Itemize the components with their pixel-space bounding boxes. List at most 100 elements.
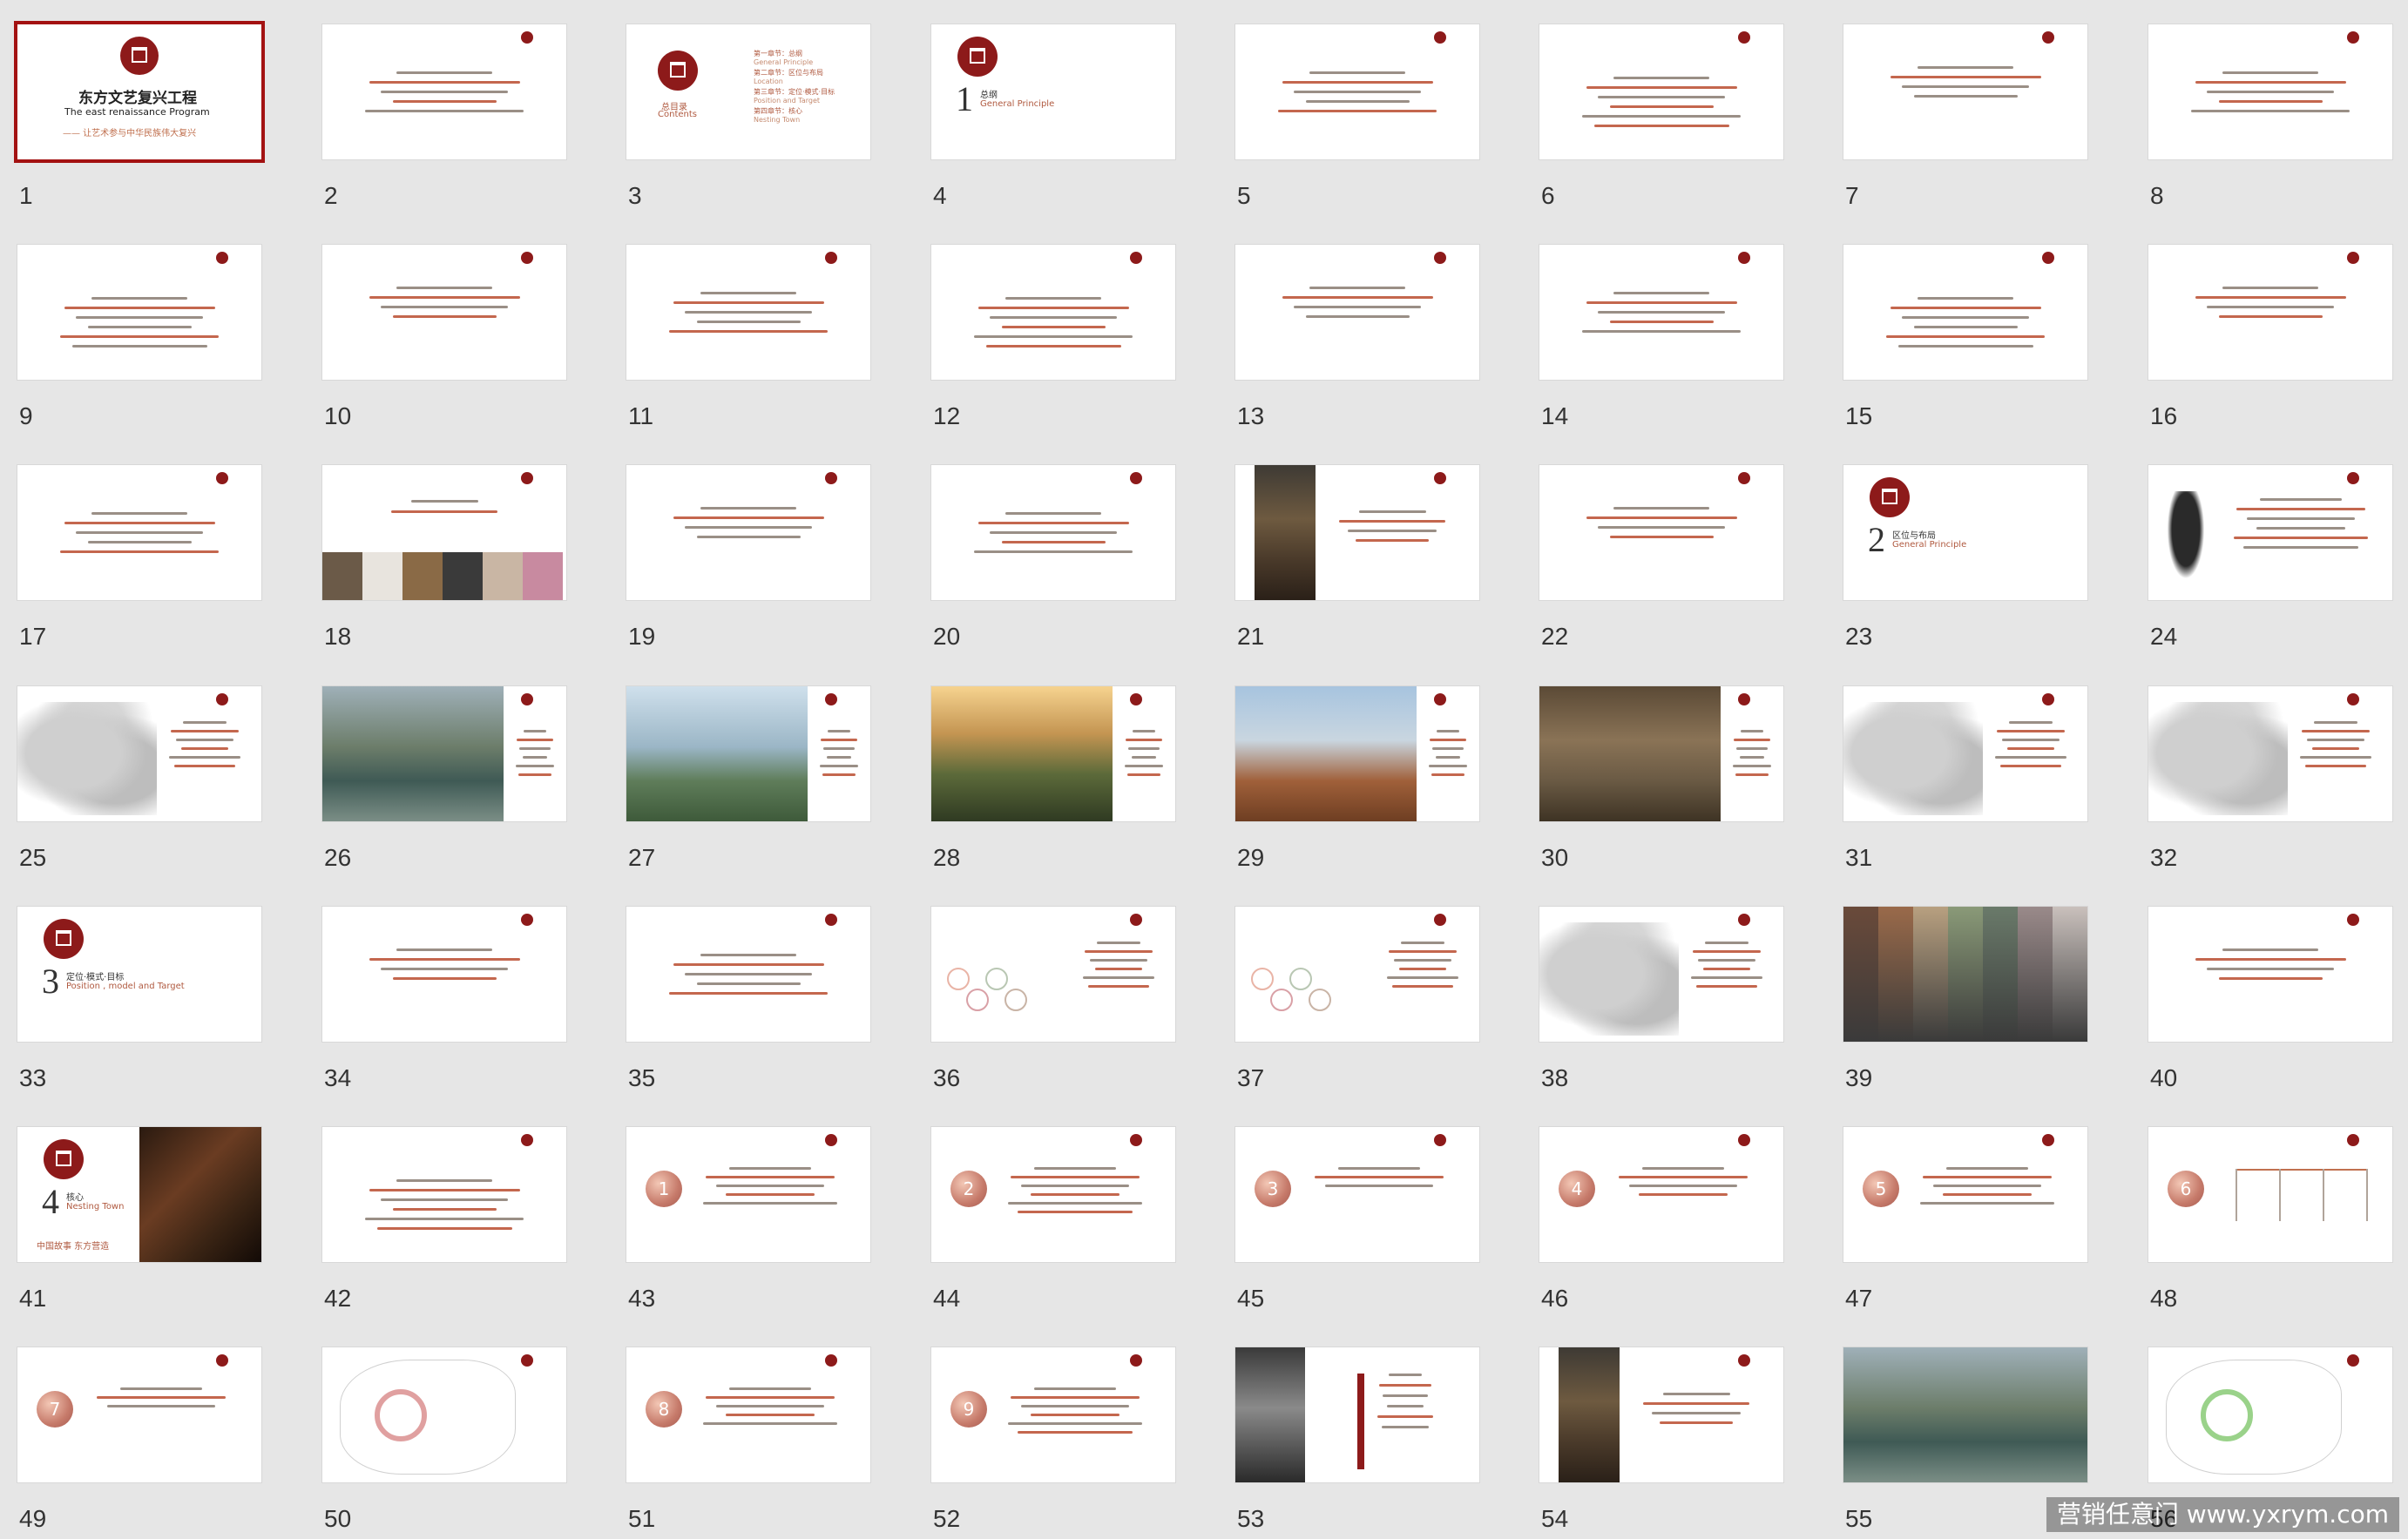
section-number: 3 [42, 962, 59, 1001]
diagram-circle [966, 989, 989, 1011]
slide-thumbnail-4[interactable]: 1 总纲 General Principle [931, 24, 1175, 159]
slide-thumbnail-23[interactable]: 2 区位与布局 General Principle [1843, 465, 2087, 600]
slide-thumbnail-32[interactable] [2148, 686, 2392, 821]
slide-thumbnail-50[interactable] [322, 1347, 566, 1482]
slide-thumbnail-2[interactable] [322, 24, 566, 159]
slide-thumbnail-3[interactable]: 总目录 Contents 第一章节：总纲 General Principle 第二章节：… [626, 24, 870, 159]
slide-thumbnail-26[interactable] [322, 686, 566, 821]
text-line [1011, 1176, 1140, 1178]
slide-thumbnail-21[interactable] [1235, 465, 1479, 600]
slide-thumbnail-17[interactable] [17, 465, 261, 600]
slide-thumbnail-7[interactable] [1843, 24, 2087, 159]
logo-icon [1738, 31, 1750, 44]
slide-thumbnail-56[interactable] [2148, 1347, 2392, 1482]
slide-thumbnail-41[interactable]: 4 核心 Nesting Town 中国故事 东方营造 [17, 1127, 261, 1262]
slide-thumbnail-51[interactable]: 8 [626, 1347, 870, 1482]
text-line [2195, 296, 2346, 299]
slide-thumbnail-9[interactable] [17, 245, 261, 380]
slide-number: 2 [324, 182, 338, 209]
logo-icon [521, 1134, 533, 1146]
slide-thumbnail-44[interactable]: 2 [931, 1127, 1175, 1262]
slide-thumbnail-47[interactable]: 5 [1843, 1127, 2087, 1262]
text-line [1282, 81, 1433, 84]
text-line [2243, 546, 2358, 549]
slide-thumbnail-42[interactable] [322, 1127, 566, 1262]
slide-thumbnail-34[interactable] [322, 907, 566, 1042]
slide-thumbnail-29[interactable] [1235, 686, 1479, 821]
slide-thumbnail-52[interactable]: 9 [931, 1347, 1175, 1482]
logo-icon [521, 31, 533, 44]
slide-thumbnail-27[interactable] [626, 686, 870, 821]
slide-thumbnail-37[interactable] [1235, 907, 1479, 1042]
text-line [1643, 1402, 1749, 1405]
slide-thumbnail-12[interactable] [931, 245, 1175, 380]
slide-thumbnail-39[interactable] [1843, 907, 2087, 1042]
text-line [391, 510, 497, 513]
slide-thumbnail-11[interactable] [626, 245, 870, 380]
text-line [1613, 77, 1709, 79]
text-line [60, 335, 219, 338]
slide-thumbnail-1[interactable]: 东方文艺复兴工程 The east renaissance Program —— 让… [17, 24, 261, 159]
slide-thumbnail-18[interactable] [322, 465, 566, 600]
logo-icon [1434, 1134, 1446, 1146]
text-line [2207, 306, 2334, 308]
text-line [2002, 739, 2060, 741]
slide-photo [2053, 907, 2087, 1042]
slide-thumbnail-48[interactable]: 6 [2148, 1127, 2392, 1262]
slide-photo [402, 552, 443, 600]
slide-number: 33 [19, 1064, 47, 1091]
slide-thumbnail-25[interactable] [17, 686, 261, 821]
slide-thumbnail-40[interactable] [2148, 907, 2392, 1042]
text-line [1007, 1422, 1143, 1425]
slide-thumbnail-53[interactable] [1235, 1347, 1479, 1482]
slide-thumbnail-24[interactable] [2148, 465, 2392, 600]
text-line [823, 747, 855, 750]
slide-thumbnail-15[interactable] [1843, 245, 2087, 380]
diagram-circle [1309, 989, 1331, 1011]
text-line [1387, 1405, 1424, 1407]
text-line [715, 1405, 825, 1407]
slide-thumbnail-35[interactable] [626, 907, 870, 1042]
slide-thumbnail-14[interactable] [1539, 245, 1783, 380]
section-label: 核心 [66, 1193, 84, 1203]
logo-icon [825, 1354, 837, 1367]
china-map [1843, 702, 1983, 815]
slide-thumbnail-28[interactable] [931, 686, 1175, 821]
slide-number: 29 [1237, 844, 1265, 871]
text-line [1430, 739, 1466, 741]
slide-thumbnail-49[interactable]: 7 [17, 1347, 261, 1482]
site-plan [340, 1360, 516, 1475]
slide-thumbnail-54[interactable] [1539, 1347, 1783, 1482]
slide-photo [322, 686, 504, 821]
slide-thumbnail-30[interactable] [1539, 686, 1783, 821]
logo-icon [1738, 1134, 1750, 1146]
section-label-en: Position , model and Target [66, 982, 185, 991]
slide-thumbnail-19[interactable] [626, 465, 870, 600]
slide-thumbnail-5[interactable] [1235, 24, 1479, 159]
slide-number: 13 [1237, 402, 1265, 429]
slide-thumbnail-13[interactable] [1235, 245, 1479, 380]
slide-number: 43 [628, 1285, 656, 1312]
slide-thumbnail-33[interactable]: 3 定位·模式·目标 Position , model and Target [17, 907, 261, 1042]
text-line [2218, 315, 2323, 318]
text-line [1007, 1202, 1143, 1205]
text-line [174, 765, 235, 767]
slide-thumbnail-55[interactable] [1843, 1347, 2087, 1482]
text-line [2191, 110, 2350, 112]
section-label: 定位·模式·目标 [66, 973, 125, 982]
slide-thumbnail-20[interactable] [931, 465, 1175, 600]
slide-thumbnail-6[interactable] [1539, 24, 1783, 159]
slide-thumbnail-8[interactable] [2148, 24, 2392, 159]
slide-thumbnail-38[interactable] [1539, 907, 1783, 1042]
slide-thumbnail-10[interactable] [322, 245, 566, 380]
slide-number: 17 [19, 623, 47, 650]
slide-thumbnail-16[interactable] [2148, 245, 2392, 380]
text-line [685, 311, 812, 314]
slide-thumbnail-43[interactable]: 1 [626, 1127, 870, 1262]
slide-thumbnail-22[interactable] [1539, 465, 1783, 600]
slide-photo [362, 552, 402, 600]
slide-thumbnail-31[interactable] [1843, 686, 2087, 821]
slide-thumbnail-36[interactable] [931, 907, 1175, 1042]
slide-thumbnail-46[interactable]: 4 [1539, 1127, 1783, 1262]
slide-thumbnail-45[interactable]: 3 [1235, 1127, 1479, 1262]
